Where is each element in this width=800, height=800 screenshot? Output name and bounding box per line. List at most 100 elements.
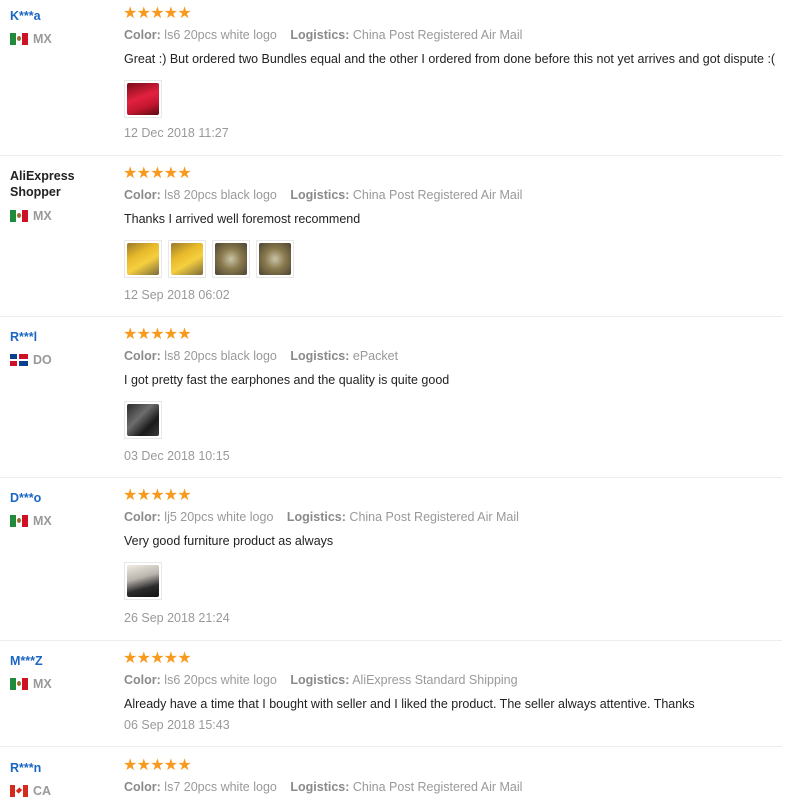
star-icon: ★ xyxy=(123,757,138,774)
review-date: 12 Sep 2018 06:02 xyxy=(124,288,230,302)
star-icon: ★ xyxy=(123,487,138,504)
color-label: Color: xyxy=(124,188,161,202)
star-icon: ★ xyxy=(163,757,179,774)
star-icon: ★ xyxy=(136,487,151,504)
star-icon: ★ xyxy=(163,326,179,343)
star-icon: ★ xyxy=(177,5,192,22)
star-icon: ★ xyxy=(150,757,165,774)
buyer-name[interactable]: M***Z xyxy=(10,653,110,669)
star-icon: ★ xyxy=(177,165,192,182)
buyer-name: AliExpress Shopper xyxy=(10,169,75,199)
star-icon: ★ xyxy=(150,487,165,504)
logistics-label: Logistics: xyxy=(290,673,350,687)
review-divider xyxy=(0,746,782,747)
color-value: ls8 20pcs black logo xyxy=(164,349,277,363)
yellow-package-photo xyxy=(171,243,203,275)
star-icon: ★ xyxy=(136,757,151,774)
star-rating: ★ ★ ★ ★ ★ xyxy=(123,326,192,343)
star-icon: ★ xyxy=(150,650,165,667)
star-icon: ★ xyxy=(136,326,151,343)
review-photos xyxy=(124,562,168,600)
order-info: Color: ls8 20pcs black logo Logistics: C… xyxy=(124,188,522,202)
star-icon: ★ xyxy=(177,650,192,667)
star-icon: ★ xyxy=(123,326,138,343)
color-value: ls8 20pcs black logo xyxy=(164,188,277,202)
review-divider xyxy=(0,316,782,317)
logistics-value: China Post Registered Air Mail xyxy=(352,188,523,202)
star-icon: ★ xyxy=(150,326,165,343)
country-code: DO xyxy=(33,353,52,367)
review-photo-thumbnail[interactable] xyxy=(212,240,250,278)
review-text: Great :) But ordered two Bundles equal a… xyxy=(124,52,776,66)
review-date: 06 Sep 2018 15:43 xyxy=(124,718,230,732)
color-label: Color: xyxy=(124,780,161,794)
red-package-photo xyxy=(127,83,159,115)
color-value: ls7 20pcs white logo xyxy=(164,780,277,794)
country-code: MX xyxy=(33,514,52,528)
do-flag-icon xyxy=(10,354,28,366)
logistics-value: China Post Registered Air Mail xyxy=(352,780,523,794)
country-code: MX xyxy=(33,32,52,46)
buyer-country: MX xyxy=(10,677,52,691)
logistics-value: China Post Registered Air Mail xyxy=(349,510,519,524)
review-photo-thumbnail[interactable] xyxy=(124,562,162,600)
country-code: MX xyxy=(33,209,52,223)
color-value: lj5 20pcs white logo xyxy=(164,510,274,524)
mx-flag-icon xyxy=(10,678,28,690)
star-rating: ★ ★ ★ ★ ★ xyxy=(123,5,192,22)
black-earphones-photo xyxy=(127,404,159,436)
review-text: I got pretty fast the earphones and the … xyxy=(124,373,450,387)
review-divider xyxy=(0,640,782,641)
color-label: Color: xyxy=(124,673,161,687)
buyer-country: MX xyxy=(10,32,52,46)
reviews-list: K***a MX ★ ★ ★ ★ ★ Color: ls6 20pcs white lo… xyxy=(0,0,800,800)
star-icon: ★ xyxy=(163,165,179,182)
star-icon: ★ xyxy=(163,487,179,504)
mx-flag-icon xyxy=(10,210,28,222)
review-date: 26 Sep 2018 21:24 xyxy=(124,611,230,625)
buyer-name[interactable]: R***n xyxy=(10,760,110,776)
color-value: ls6 20pcs white logo xyxy=(164,28,277,42)
color-value: ls6 20pcs white logo xyxy=(164,673,277,687)
mx-flag-icon xyxy=(10,33,28,45)
review-date: 12 Dec 2018 11:27 xyxy=(124,126,229,140)
order-info: Color: lj5 20pcs white logo Logistics: C… xyxy=(124,510,519,524)
star-icon: ★ xyxy=(123,5,138,22)
logistics-value: AliExpress Standard Shipping xyxy=(352,673,518,687)
star-rating: ★ ★ ★ ★ ★ xyxy=(123,650,192,667)
review-divider xyxy=(0,477,782,478)
color-label: Color: xyxy=(124,349,161,363)
buyer-country: MX xyxy=(10,514,52,528)
review-divider xyxy=(0,155,782,156)
star-icon: ★ xyxy=(163,5,179,22)
review-photo-thumbnail[interactable] xyxy=(256,240,294,278)
star-icon: ★ xyxy=(123,165,138,182)
buyer-country: CA xyxy=(10,784,51,798)
yellow-package-photo xyxy=(127,243,159,275)
star-rating: ★ ★ ★ ★ ★ xyxy=(123,487,192,504)
review-photos xyxy=(124,240,300,278)
star-icon: ★ xyxy=(136,165,151,182)
logistics-label: Logistics: xyxy=(290,349,350,363)
order-info: Color: ls7 20pcs white logo Logistics: C… xyxy=(124,780,522,794)
star-icon: ★ xyxy=(150,165,165,182)
review-photo-thumbnail[interactable] xyxy=(168,240,206,278)
buyer-name[interactable]: D***o xyxy=(10,490,110,506)
order-info: Color: ls8 20pcs black logo Logistics: e… xyxy=(124,349,398,363)
review-photo-thumbnail[interactable] xyxy=(124,401,162,439)
review-text: Already have a time that I bought with s… xyxy=(124,697,695,711)
review-text: Very good furniture product as always xyxy=(124,534,334,548)
color-label: Color: xyxy=(124,28,161,42)
review-text: Thanks I arrived well foremost recommend xyxy=(124,212,361,226)
mx-flag-icon xyxy=(10,515,28,527)
review-photo-thumbnail[interactable] xyxy=(124,80,162,118)
star-icon: ★ xyxy=(177,487,192,504)
review-photo-thumbnail[interactable] xyxy=(124,240,162,278)
logistics-value: ePacket xyxy=(352,349,399,363)
star-icon: ★ xyxy=(150,5,165,22)
buyer-name[interactable]: K***a xyxy=(10,8,110,24)
earphones-bag-photo xyxy=(127,565,159,597)
buyer-name[interactable]: R***l xyxy=(10,329,110,345)
review-photos xyxy=(124,401,168,439)
country-code: CA xyxy=(33,784,52,798)
